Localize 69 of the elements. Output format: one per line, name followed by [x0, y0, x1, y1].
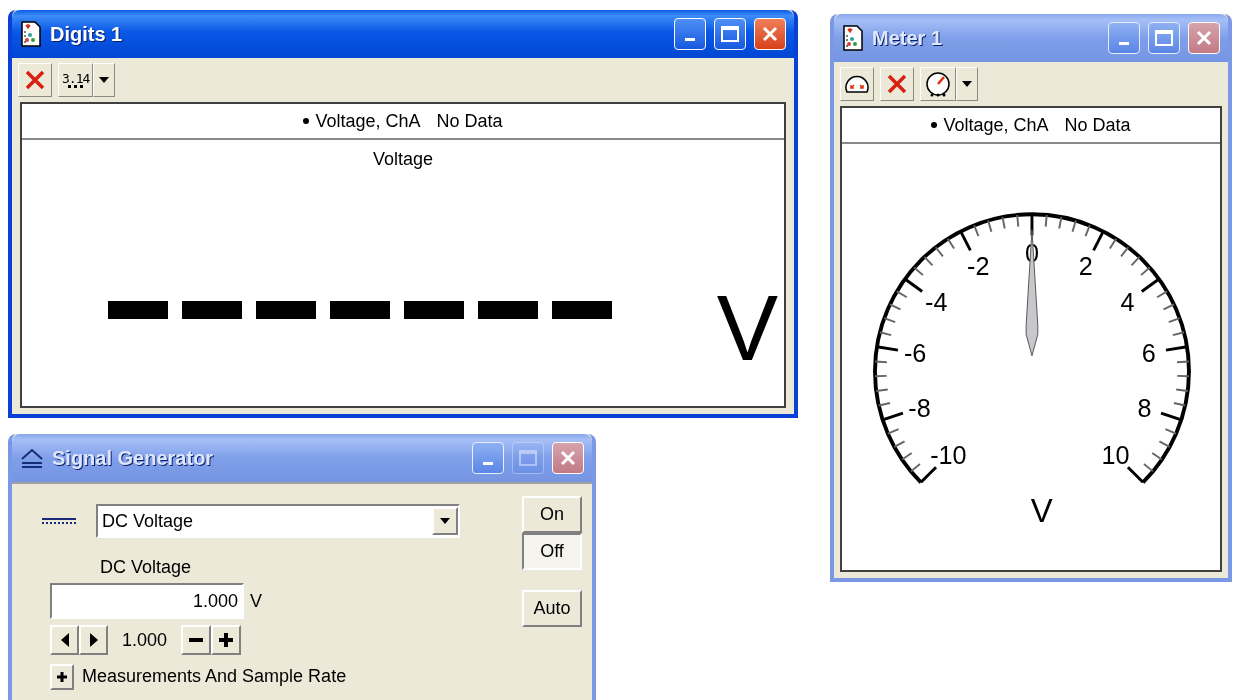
scale-label: 8	[1137, 393, 1152, 422]
decrease-step-button[interactable]	[50, 625, 79, 655]
field-label: DC Voltage	[100, 556, 193, 579]
close-icon	[761, 25, 779, 43]
legend-status: No Data	[1064, 113, 1131, 137]
scale-label: -10	[930, 440, 967, 469]
step-value: 1.000	[122, 628, 168, 652]
gauge-tool-button[interactable]	[920, 67, 956, 101]
delete-tool-button[interactable]	[880, 67, 914, 101]
zoom-tool-button[interactable]	[840, 67, 874, 101]
left-arrow-icon	[60, 633, 69, 647]
window-title: Meter 1	[872, 26, 943, 51]
right-arrow-icon	[89, 633, 98, 647]
delete-tool-button[interactable]	[18, 63, 52, 97]
waveform-dropdown[interactable]: DC Voltage	[96, 504, 460, 538]
auto-button[interactable]: Auto	[522, 590, 582, 627]
delete-icon	[886, 73, 908, 95]
close-button[interactable]	[552, 442, 584, 474]
scale-label: -8	[908, 393, 931, 422]
bullet-icon	[931, 122, 938, 128]
scale-label: 4	[1120, 287, 1135, 316]
unit-label: V	[250, 589, 262, 613]
minus-icon	[189, 638, 204, 642]
window-title: Signal Generator	[52, 446, 214, 471]
legend-label: Voltage, ChA	[943, 113, 1049, 137]
format-tool-button[interactable]: 3.14	[58, 63, 94, 97]
document-icon	[842, 25, 864, 51]
section-label: Measurements And Sample Rate	[82, 665, 347, 688]
caret-icon	[962, 81, 972, 87]
voltage-input[interactable]: 1.000	[50, 583, 244, 619]
dropdown-button[interactable]	[93, 63, 116, 97]
expand-button[interactable]	[50, 663, 74, 690]
legend-label: Voltage, ChA	[315, 109, 421, 133]
scale-label: -2	[967, 251, 990, 280]
legend-status: No Data	[436, 109, 503, 133]
dc-line-icon	[42, 517, 76, 525]
increase-step-button[interactable]	[79, 625, 108, 655]
bullet-icon	[303, 118, 310, 124]
close-button[interactable]	[754, 18, 786, 50]
dots-icon	[66, 84, 85, 89]
power-button[interactable]: On	[522, 496, 582, 533]
window-title: Digits 1	[50, 22, 123, 47]
maximize-button[interactable]	[1148, 22, 1180, 54]
document-icon	[20, 21, 42, 47]
close-icon	[559, 449, 577, 467]
dropdown-button[interactable]	[956, 67, 978, 101]
gauge-icon	[924, 71, 952, 97]
scale-label: 6	[1141, 338, 1156, 367]
plus-button[interactable]	[211, 625, 242, 655]
minus-button[interactable]	[181, 625, 212, 655]
scale-label: 2	[1078, 251, 1093, 280]
scale-label: -4	[925, 287, 948, 316]
minimize-button[interactable]	[1108, 22, 1140, 54]
scale-label: 10	[1101, 440, 1130, 469]
number-format-label: 3.14	[62, 71, 90, 85]
unit-label: V	[716, 281, 778, 374]
unit-label: V	[1030, 492, 1053, 530]
power-button[interactable]: Off	[522, 533, 582, 570]
caret-icon	[99, 77, 110, 83]
close-icon	[1195, 29, 1213, 47]
measurement-label: Voltage	[372, 148, 434, 171]
caret-icon	[440, 518, 450, 524]
plus-icon	[219, 633, 234, 647]
plus-icon	[57, 671, 67, 682]
scale-label: -6	[904, 338, 927, 367]
waveform-icon	[20, 447, 44, 469]
close-button[interactable]	[1188, 22, 1220, 54]
minimize-button[interactable]	[472, 442, 504, 474]
delete-icon	[24, 69, 46, 91]
